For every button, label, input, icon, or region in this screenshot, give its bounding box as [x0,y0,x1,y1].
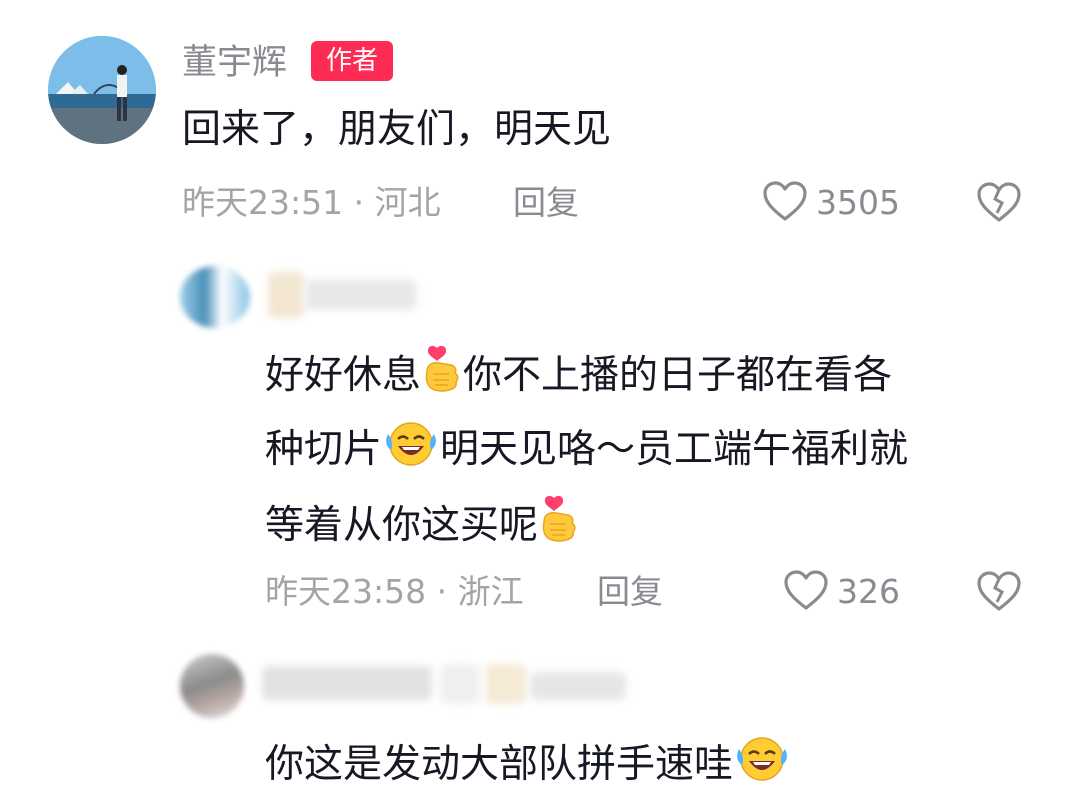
blurred-username [306,280,416,310]
comment-line: 种切片 明天见咯～员工端午福利就 [265,418,908,482]
like-count: 3505 [816,183,900,222]
comment-time: 昨天23:51 [182,183,344,222]
comment-location: 浙江 [457,572,524,611]
comment-location: 河北 [374,183,441,222]
comment-meta: 昨天23:51 · 河北 [182,181,441,225]
blurred-username [268,272,304,318]
finger-heart-emoji [421,344,463,408]
comment-text-segment: 种切片 [265,427,383,472]
comment-time: 昨天23:58 [265,572,427,611]
comment-line: 你这是发动大部队拼手速哇 [265,733,791,797]
heart-outline-icon [762,179,808,227]
heart-outline-icon [783,568,829,616]
broken-heart-icon[interactable] [976,180,1022,228]
user-avatar[interactable] [180,266,250,328]
blurred-username [530,672,626,700]
like-button[interactable]: 326 [783,568,900,616]
user-avatar[interactable] [180,654,244,718]
author-badge: 作者 [311,41,393,81]
comment-meta: 昨天23:58 · 浙江 [265,570,524,614]
comment-text: 回来了，朋友们，明天见 [182,107,612,152]
like-count: 326 [837,572,900,611]
meta-separator: · [343,183,375,222]
reply-button[interactable]: 回复 [597,570,663,614]
finger-heart-emoji [538,494,580,558]
blurred-username [486,664,526,704]
meta-separator: · [426,572,458,611]
author-name[interactable]: 董宇辉 [182,40,287,86]
author-avatar[interactable] [48,36,156,144]
comment-text-segment: 等着从你这买呢 [265,503,539,548]
comment-text-segment: 好好休息 [265,353,422,398]
laugh-cry-emoji [733,733,791,797]
broken-heart-icon[interactable] [976,569,1022,617]
reply-button[interactable]: 回复 [513,181,579,225]
like-button[interactable]: 3505 [762,179,900,227]
blurred-username [440,664,480,704]
comment-line: 好好休息 你不上播的日子都在看各 [265,344,892,408]
laugh-cry-emoji [382,418,440,482]
comment-text-segment: 你不上播的日子都在看各 [463,353,893,398]
comment-text-segment: 你这是发动大部队拼手速哇 [265,742,734,787]
comment-line: 等着从你这买呢 [265,494,580,558]
blurred-username [262,666,432,700]
comment-text-segment: 明天见咯～员工端午福利就 [440,427,909,472]
